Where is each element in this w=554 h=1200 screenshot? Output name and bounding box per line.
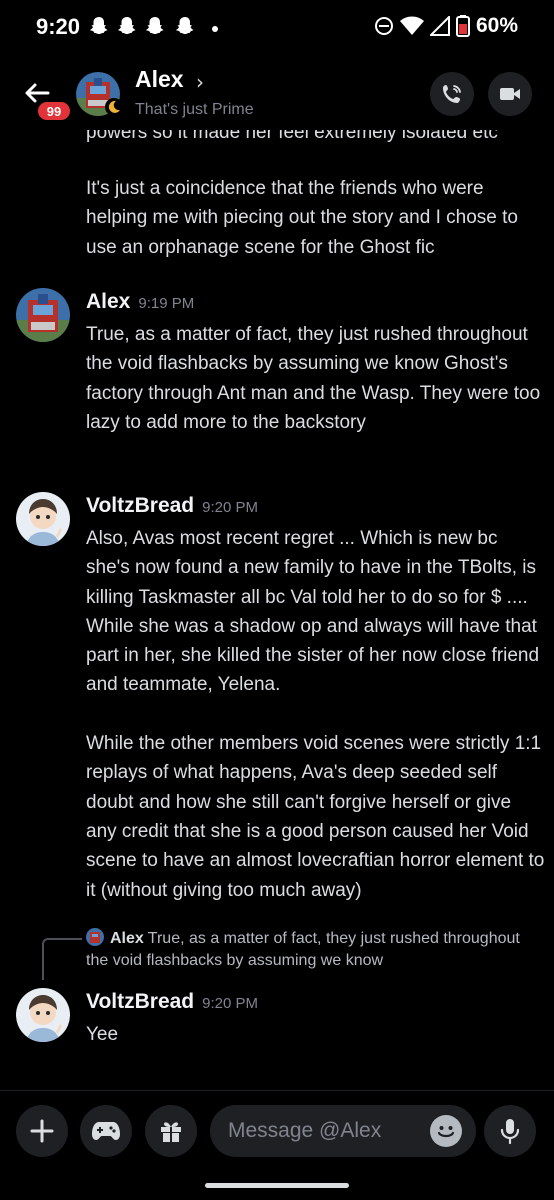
message-text: True, as a matter of fact, they just rus…	[86, 324, 546, 433]
message-author[interactable]: VoltzBread 9:20 PM	[86, 494, 258, 518]
activities-button[interactable]	[80, 1105, 132, 1157]
message-timestamp: 9:20 PM	[202, 995, 259, 1012]
message-text: It's just a coincidence that the friends…	[86, 178, 524, 258]
status-right: 60%	[374, 14, 518, 38]
battery-percent: 60%	[475, 14, 518, 37]
gamepad-icon	[92, 1122, 120, 1140]
avatar[interactable]	[16, 988, 70, 1042]
plus-icon	[30, 1119, 54, 1143]
snapchat-icon	[176, 17, 194, 34]
battery-icon	[455, 15, 470, 37]
header-username[interactable]: Alex	[135, 66, 184, 93]
emoji-icon[interactable]	[430, 1115, 462, 1147]
voice-call-button[interactable]	[430, 72, 474, 116]
plus-button[interactable]	[16, 1105, 68, 1157]
voice-message-button[interactable]	[484, 1105, 536, 1157]
snapchat-icon	[118, 17, 136, 34]
phone-icon	[443, 85, 461, 103]
notification-dot	[212, 26, 218, 32]
snapchat-icon	[90, 17, 108, 34]
message-composer: Message @Alex	[0, 1090, 554, 1200]
avatar	[86, 928, 104, 946]
snapchat-icon	[146, 17, 164, 34]
status-bar: 9:20 60%	[0, 0, 554, 56]
custom-status: That's just Prime	[135, 101, 254, 118]
message-timestamp: 9:19 PM	[138, 295, 195, 312]
status-time: 9:20	[36, 14, 81, 39]
author-name[interactable]: VoltzBread	[86, 494, 194, 517]
message-list[interactable]: powers so it made her feel extremely iso…	[0, 130, 554, 1090]
reply-connector	[42, 938, 82, 980]
reply-text: True, as a matter of fact, they just rus…	[86, 930, 520, 969]
message-author[interactable]: VoltzBread 9:20 PM	[86, 990, 258, 1014]
unread-badge: 99	[36, 100, 72, 122]
microphone-icon	[500, 1119, 520, 1145]
video-call-button[interactable]	[488, 72, 532, 116]
author-name[interactable]: Alex	[86, 290, 130, 313]
message-text: Also, Avas most recent regret ... Which …	[86, 528, 545, 901]
reply-author: Alex	[110, 930, 144, 947]
gift-icon	[161, 1122, 181, 1142]
author-name[interactable]: VoltzBread	[86, 990, 194, 1013]
chat-header: 99 Alex › That's just Prime	[0, 60, 554, 130]
video-camera-icon	[500, 88, 520, 100]
wifi-icon	[399, 16, 424, 35]
message-author[interactable]: Alex 9:19 PM	[86, 290, 194, 314]
message-text: Yee	[86, 1024, 119, 1045]
home-indicator[interactable]	[205, 1183, 349, 1188]
gift-button[interactable]	[145, 1105, 197, 1157]
avatar[interactable]	[16, 288, 70, 342]
dnd-icon	[374, 17, 393, 35]
message-partial-line: powers so it made her feel extremely iso…	[86, 130, 498, 143]
chevron-right-icon[interactable]: ›	[196, 70, 204, 94]
signal-icon	[429, 16, 450, 36]
avatar[interactable]	[16, 492, 70, 546]
idle-status-icon	[105, 98, 123, 116]
message-timestamp: 9:20 PM	[202, 499, 259, 516]
reply-preview[interactable]: Alex True, as a matter of fact, they just…	[86, 928, 526, 972]
